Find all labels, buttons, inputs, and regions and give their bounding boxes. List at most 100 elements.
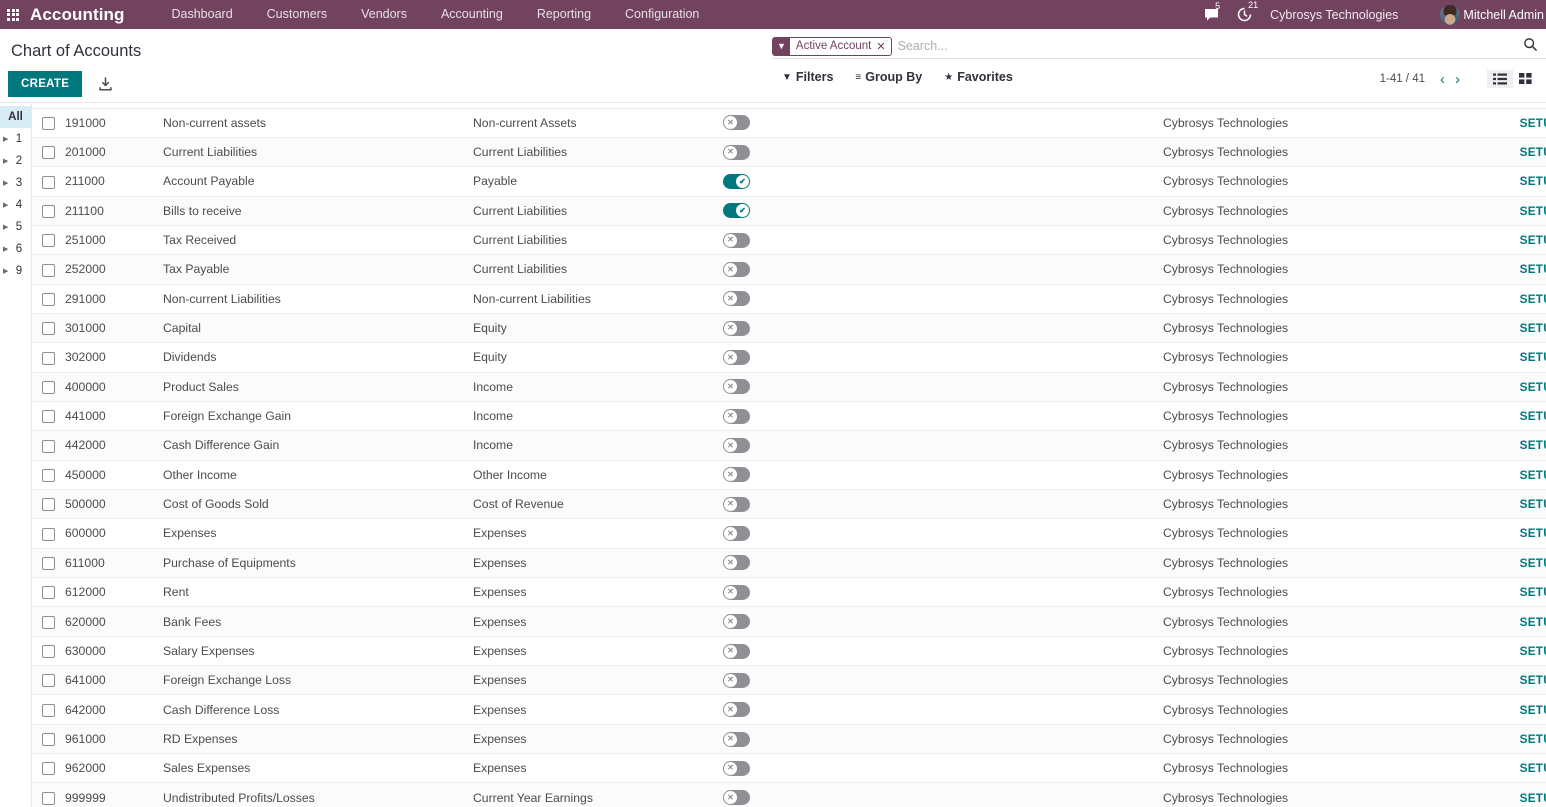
row-checkbox[interactable] (42, 234, 55, 248)
setup-link[interactable]: SETUP (1520, 174, 1546, 188)
menu-item-configuration[interactable]: Configuration (608, 0, 716, 29)
chevron-left-icon[interactable]: ‹ (1435, 72, 1450, 87)
row-checkbox[interactable] (42, 146, 55, 160)
row-checkbox[interactable] (42, 116, 55, 130)
setup-link[interactable]: SETUP (1520, 204, 1546, 218)
row-checkbox[interactable] (42, 175, 55, 189)
setup-link[interactable]: SETUP (1520, 409, 1546, 423)
caret-right-icon[interactable]: ▶ (3, 224, 13, 231)
toggle-on-check-icon[interactable]: ✔ (723, 203, 750, 219)
toggle-off-x-icon[interactable]: ✕ (723, 232, 750, 248)
company-switcher[interactable]: Cybrosys Technologies (1270, 8, 1398, 22)
toggle-off-x-icon[interactable]: ✕ (723, 555, 750, 571)
sidebar-item-all[interactable]: All (0, 106, 31, 128)
setup-link[interactable]: SETUP (1520, 526, 1546, 540)
toggle-off-x-icon[interactable]: ✕ (723, 526, 750, 542)
row-checkbox[interactable] (42, 439, 55, 453)
table-row[interactable]: 252000 Tax Payable Current Liabilities ✕ Cyb… (32, 254, 1546, 285)
favorites-button[interactable]: ★ Favorites (944, 70, 1013, 84)
caret-right-icon[interactable]: ▶ (3, 180, 13, 187)
table-row[interactable]: 291000 Non-current Liabilities Non-current… (32, 284, 1546, 314)
sidebar-item-9[interactable]: ▶ 9 (0, 260, 31, 282)
row-checkbox[interactable] (42, 322, 55, 336)
menu-item-dashboard[interactable]: Dashboard (155, 0, 250, 29)
group-by-button[interactable]: ≡ Group By (855, 70, 922, 84)
setup-link[interactable]: SETUP (1520, 761, 1546, 775)
setup-link[interactable]: SETUP (1520, 292, 1546, 306)
table-row[interactable]: 441000 Foreign Exchange Gain Income ✕ Cybros… (32, 401, 1546, 431)
toggle-off-x-icon[interactable]: ✕ (723, 790, 750, 806)
table-row[interactable]: 630000 Salary Expenses Expenses ✕ Cybrosys T… (32, 636, 1546, 666)
table-row[interactable]: 620000 Bank Fees Expenses ✕ Cybrosys Technol… (32, 606, 1546, 637)
setup-link[interactable]: SETUP (1520, 673, 1546, 687)
sidebar-item-2[interactable]: ▶ 2 (0, 150, 31, 172)
table-row[interactable]: 442000 Cash Difference Gain Income ✕ Cybrosy… (32, 430, 1546, 461)
setup-link[interactable]: SETUP (1520, 468, 1546, 482)
toggle-off-x-icon[interactable]: ✕ (723, 320, 750, 336)
table-row[interactable]: 302000 Dividends Equity ✕ Cybrosys Technolog… (32, 343, 1546, 373)
toggle-off-x-icon[interactable]: ✕ (723, 291, 750, 307)
caret-right-icon[interactable]: ▶ (3, 246, 13, 253)
toggle-off-x-icon[interactable]: ✕ (723, 408, 750, 424)
toggle-off-x-icon[interactable]: ✕ (723, 614, 750, 630)
row-checkbox[interactable] (42, 351, 55, 365)
setup-link[interactable]: SETUP (1520, 497, 1546, 511)
row-checkbox[interactable] (42, 527, 55, 541)
sidebar-item-1[interactable]: ▶ 1 (0, 128, 31, 150)
sidebar-item-6[interactable]: ▶ 6 (0, 238, 31, 260)
chevron-right-icon[interactable]: › (1450, 72, 1465, 87)
row-checkbox[interactable] (42, 615, 55, 629)
table-row[interactable]: 961000 RD Expenses Expenses ✕ Cybrosys Techn… (32, 724, 1546, 754)
setup-link[interactable]: SETUP (1520, 615, 1546, 629)
setup-link[interactable]: SETUP (1520, 732, 1546, 746)
user-menu[interactable]: Mitchell Admin (1440, 4, 1544, 25)
kanban-view-icon[interactable] (1513, 70, 1538, 88)
setup-link[interactable]: SETUP (1520, 350, 1546, 364)
sidebar-item-4[interactable]: ▶ 4 (0, 194, 31, 216)
setup-link[interactable]: SETUP (1520, 556, 1546, 570)
row-checkbox[interactable] (42, 703, 55, 717)
table-row[interactable]: 201000 Current Liabilities Current Liabili… (32, 137, 1546, 167)
table-row[interactable]: 642000 Cash Difference Loss Expenses ✕ Cybro… (32, 695, 1546, 725)
row-checkbox[interactable] (42, 380, 55, 394)
clock-activity-icon[interactable]: 21 (1237, 1, 1258, 22)
table-row[interactable]: 612000 Rent Expenses ✕ Cybrosys Technologies… (32, 578, 1546, 607)
caret-right-icon[interactable]: ▶ (3, 202, 13, 209)
setup-link[interactable]: SETUP (1520, 116, 1546, 130)
search-facet-active-account[interactable]: ▼ Active Account ✕ (772, 36, 892, 56)
toggle-off-x-icon[interactable]: ✕ (723, 643, 750, 659)
toggle-off-x-icon[interactable]: ✕ (723, 731, 750, 747)
setup-link[interactable]: SETUP (1520, 262, 1546, 276)
table-row[interactable]: 400000 Product Sales Income ✕ Cybrosys Techn… (32, 372, 1546, 402)
caret-right-icon[interactable]: ▶ (3, 268, 13, 275)
toggle-off-x-icon[interactable]: ✕ (723, 760, 750, 776)
sidebar-item-3[interactable]: ▶ 3 (0, 172, 31, 194)
menu-item-accounting[interactable]: Accounting (424, 0, 520, 29)
row-checkbox[interactable] (42, 468, 55, 482)
toggle-off-x-icon[interactable]: ✕ (723, 702, 750, 718)
setup-link[interactable]: SETUP (1520, 438, 1546, 452)
import-download-icon[interactable] (98, 76, 113, 92)
caret-right-icon[interactable]: ▶ (3, 136, 13, 143)
row-checkbox[interactable] (42, 586, 55, 600)
table-row[interactable]: 500000 Cost of Goods Sold Cost of Revenue ✕… (32, 489, 1546, 519)
toggle-off-x-icon[interactable]: ✕ (723, 262, 750, 278)
setup-link[interactable]: SETUP (1520, 791, 1546, 805)
table-row[interactable]: 611000 Purchase of Equipments Expenses ✕ Cyb… (32, 548, 1546, 578)
table-row[interactable]: 450000 Other Income Other Income ✕ Cybrosys … (32, 460, 1546, 490)
table-row[interactable]: 211100 Bills to receive Current Liabilitie… (32, 196, 1546, 226)
toggle-on-check-icon[interactable]: ✔ (723, 174, 750, 189)
row-checkbox[interactable] (42, 762, 55, 776)
search-input[interactable] (891, 34, 1512, 58)
create-button[interactable]: CREATE (8, 71, 83, 97)
setup-link[interactable]: SETUP (1520, 233, 1546, 247)
table-row[interactable]: 211000 Account Payable Payable ✔ Cybrosys Te… (32, 167, 1546, 197)
setup-link[interactable]: SETUP (1520, 145, 1546, 159)
close-x-icon[interactable]: ✕ (875, 38, 890, 55)
toggle-off-x-icon[interactable]: ✕ (723, 672, 750, 688)
menu-item-vendors[interactable]: Vendors (344, 0, 424, 29)
row-checkbox[interactable] (42, 791, 55, 805)
toggle-off-x-icon[interactable]: ✕ (723, 144, 750, 160)
caret-right-icon[interactable]: ▶ (3, 158, 13, 165)
toggle-off-x-icon[interactable]: ✕ (723, 115, 750, 131)
